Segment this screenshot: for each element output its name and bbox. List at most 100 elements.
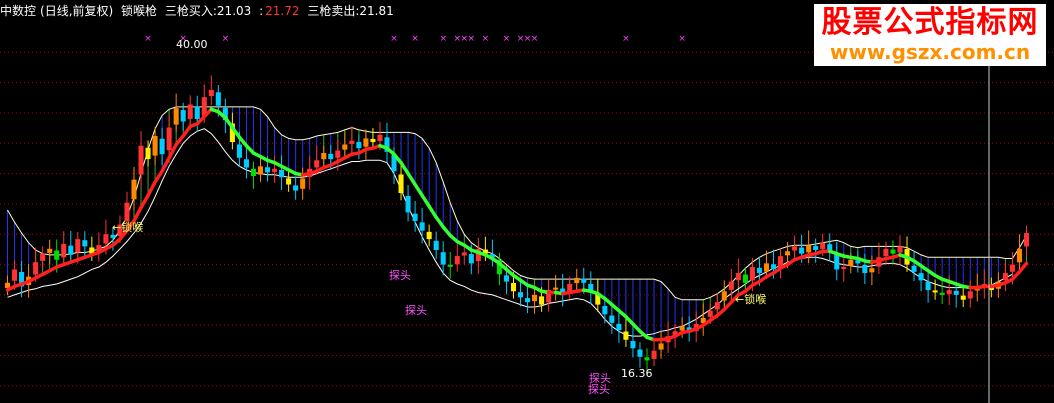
candle-body — [75, 239, 81, 253]
candle-body — [792, 246, 798, 251]
candle-body — [138, 145, 144, 175]
candle-body — [363, 138, 369, 147]
signal-marker: × — [390, 34, 398, 44]
probe-label-1: 探头 — [389, 269, 411, 282]
candle-body — [293, 185, 299, 191]
candle-body — [756, 267, 762, 274]
candle-body — [946, 290, 952, 295]
indicator-name: 锁喉枪 — [121, 4, 158, 18]
candle-body — [173, 108, 179, 125]
candle-body — [742, 274, 748, 283]
candle-body — [454, 256, 460, 265]
candle-body — [349, 140, 355, 144]
signal-marker: × — [678, 34, 686, 44]
candle-body — [405, 195, 411, 213]
candle-body — [40, 253, 46, 261]
candle-body — [834, 254, 840, 270]
signal-marker: × — [439, 34, 447, 44]
probe-label-2: 探头 — [405, 304, 427, 317]
candle-body — [510, 283, 517, 292]
candle-body — [918, 273, 924, 281]
trend-segment — [420, 193, 431, 209]
candle-body — [398, 174, 404, 194]
trend-segment — [406, 171, 417, 187]
buy-label: 三枪买入: — [164, 4, 217, 18]
trend-segment — [223, 116, 235, 130]
candle-body — [166, 127, 172, 151]
candle-body — [658, 343, 664, 350]
candle-body — [440, 252, 446, 265]
candle-body — [279, 170, 285, 178]
candle-body — [735, 273, 741, 281]
candle-body — [553, 287, 559, 290]
candle-body — [637, 349, 643, 357]
trend-segment — [139, 193, 150, 210]
candle-body — [314, 160, 320, 168]
watermark-url: www.gszx.com.cn — [829, 40, 1031, 64]
candle-body — [525, 298, 531, 303]
candle-body — [806, 245, 812, 253]
candle-body — [328, 153, 334, 160]
candle-body — [264, 167, 271, 173]
price-gridlines — [0, 51, 1054, 387]
candle-body — [503, 275, 509, 282]
signal-marker: × — [531, 34, 539, 44]
candle-body — [953, 290, 959, 295]
candle-body — [644, 357, 650, 361]
candle-body — [841, 267, 847, 270]
candle-body — [4, 282, 11, 288]
lock-label-1: ←锁喉 — [112, 221, 144, 234]
candle-body — [412, 213, 418, 221]
candle-body — [862, 264, 868, 274]
trend-segment — [146, 180, 157, 198]
candle-body — [272, 168, 278, 172]
candle-body — [848, 259, 854, 266]
candle-body — [377, 134, 383, 141]
signal-marker: × — [503, 34, 511, 44]
candle-body — [1009, 264, 1015, 272]
period-label: (日线,前复权) — [40, 4, 114, 18]
candle-body — [47, 248, 53, 253]
candle-body — [286, 178, 292, 185]
candle-body — [897, 246, 903, 253]
candle-body — [539, 296, 545, 305]
candle-body — [243, 159, 249, 168]
candle-body — [68, 245, 74, 255]
candle-body — [1002, 273, 1008, 281]
candle-body — [869, 268, 875, 273]
candle-body — [616, 323, 622, 331]
candle-body — [468, 254, 474, 264]
candles[interactable] — [4, 75, 1030, 374]
candle-body — [770, 264, 777, 270]
candle-body — [813, 245, 819, 251]
candle-body — [180, 110, 186, 122]
trend-segment — [434, 215, 445, 229]
candle-body — [33, 262, 39, 275]
trend-segment — [399, 160, 410, 176]
signal-marker: × — [144, 34, 152, 44]
candle-body — [967, 291, 973, 299]
candle-body — [159, 138, 165, 155]
signal-marker: × — [482, 34, 490, 44]
candle-body — [707, 310, 713, 317]
candle-body — [763, 263, 770, 272]
candle-body — [61, 243, 67, 258]
trend-segment — [181, 124, 192, 138]
candle-body — [356, 141, 362, 149]
candle-body — [257, 166, 264, 175]
candle-body — [82, 240, 88, 247]
signal-marker: × — [222, 34, 230, 44]
mid-value: 21.72 — [265, 4, 300, 18]
stock-name: 中数控 — [0, 4, 37, 18]
candle-body — [532, 294, 538, 302]
candle-body — [433, 240, 439, 251]
candle-body — [54, 250, 60, 260]
candle-body — [785, 251, 791, 256]
candle-body — [799, 247, 805, 254]
candle-body — [679, 326, 685, 331]
candle-body — [911, 265, 917, 272]
candle-body — [250, 168, 257, 177]
lock-label-2: ←锁喉 — [735, 293, 767, 306]
watermark-title: 股票公式指标网 — [821, 5, 1039, 40]
signal-marker: × — [411, 34, 419, 44]
